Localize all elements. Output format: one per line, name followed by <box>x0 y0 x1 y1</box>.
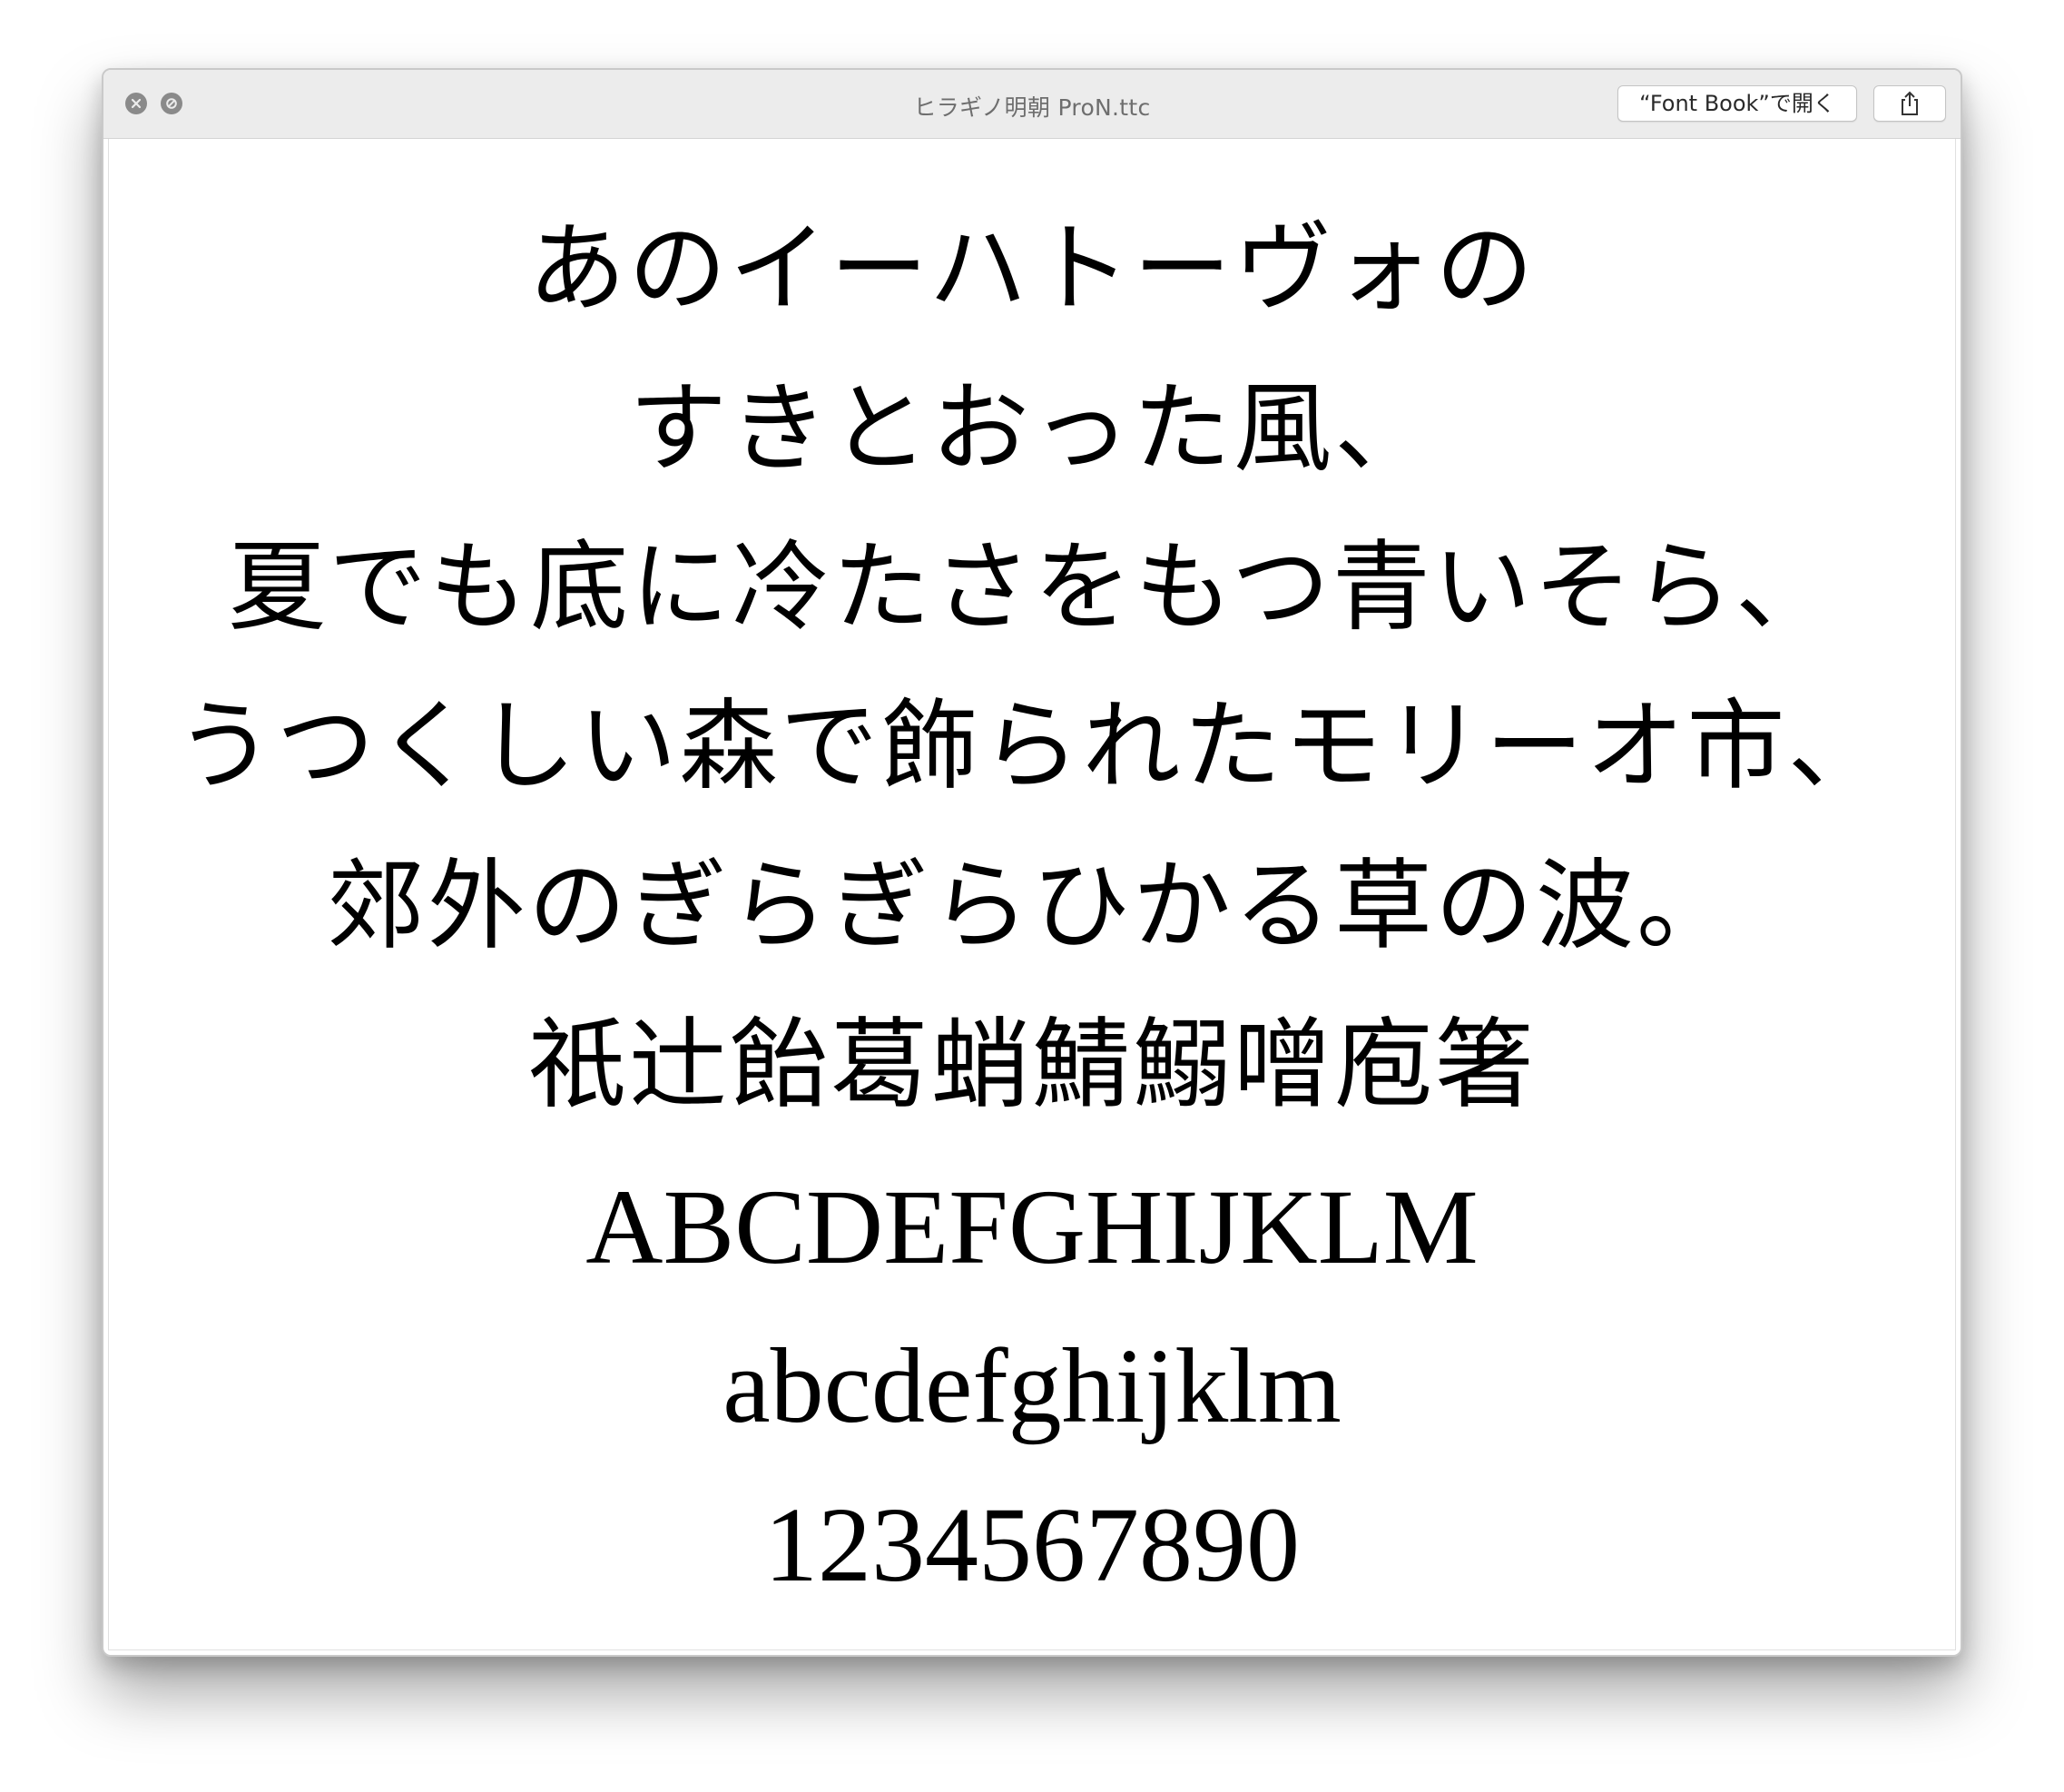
share-icon <box>1902 91 1918 115</box>
sample-line-4: うつくしい森で飾られたモリーオ市、 <box>175 690 1889 803</box>
sample-line-3: 夏でも底に冷たさをもつ青いそら、 <box>228 531 1836 645</box>
sample-line-2: すきとおった風、 <box>628 372 1435 486</box>
sample-line-6: 祇辻飴葛蛸鯖鰯噌庖箸 <box>527 1009 1536 1122</box>
sample-line-1: あのイーハトーヴォの <box>527 212 1537 326</box>
quicklook-window: ヒラギノ明朝 ProN.ttc “Font Book”で開く あのイーハトーヴォ… <box>102 68 1962 1657</box>
share-button[interactable] <box>1873 85 1946 122</box>
sample-line-5: 郊外のぎらぎらひかる草の波。 <box>326 850 1737 963</box>
title-bar[interactable]: ヒラギノ明朝 ProN.ttc “Font Book”で開く <box>103 70 1961 139</box>
font-preview-area: あのイーハトーヴォの すきとおった風、 夏でも底に冷たさをもつ青いそら、 うつく… <box>108 139 1956 1650</box>
open-with-font-book-button[interactable]: “Font Book”で開く <box>1617 85 1857 122</box>
sample-line-uppercase: ABCDEFGHIJKLM <box>585 1167 1479 1286</box>
sample-line-digits: 1234567890 <box>764 1485 1300 1604</box>
sample-line-lowercase: abcdefghijklm <box>722 1326 1342 1445</box>
